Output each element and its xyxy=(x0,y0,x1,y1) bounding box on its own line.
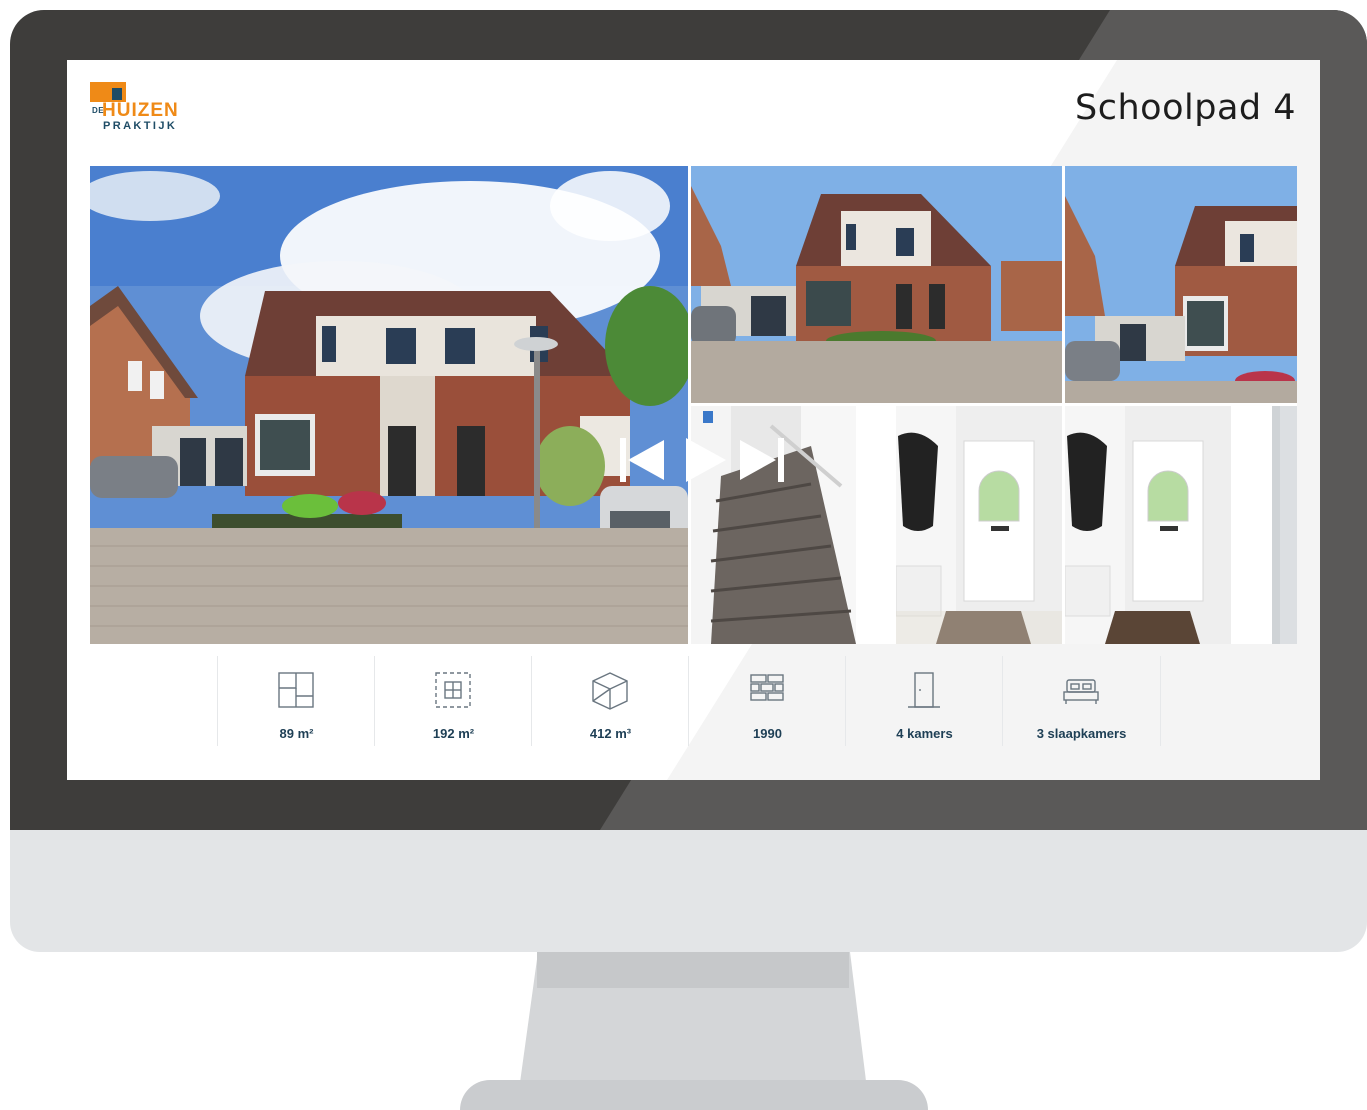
gallery-photo-front-right[interactable] xyxy=(1065,166,1297,403)
stat-build-year: 1990 xyxy=(688,656,846,746)
stat-label: 1990 xyxy=(753,726,782,741)
listing-address: Schoolpad 4 xyxy=(1075,88,1296,128)
floor-plan-icon xyxy=(276,670,316,712)
monitor-stand-shade xyxy=(537,952,849,988)
skip-forward-icon[interactable] xyxy=(738,432,790,488)
logo-huizen-text: HUIZEN xyxy=(102,100,179,121)
screen: DE HUIZEN PRAKTIJK Schoolpad 4 89 m² 192… xyxy=(67,60,1320,780)
stat-living-area: 89 m² xyxy=(217,656,375,746)
stat-bedrooms: 3 slaapkamers xyxy=(1002,656,1161,746)
brand-logo[interactable]: DE HUIZEN PRAKTIJK xyxy=(90,82,210,142)
door-icon xyxy=(904,670,944,712)
property-stats: 89 m² 192 m² 412 m³ 1990 4 kamers 3 slaa… xyxy=(217,656,1163,746)
gallery-photo-hallway[interactable] xyxy=(896,406,1062,644)
bed-icon xyxy=(1061,670,1101,712)
slideshow-controls xyxy=(620,432,790,488)
gallery-photo-hallway-2[interactable] xyxy=(1065,406,1231,644)
play-icon[interactable] xyxy=(684,432,726,488)
stat-label: 89 m² xyxy=(279,726,314,741)
monitor-stand-base xyxy=(460,1080,928,1110)
stat-label: 412 m³ xyxy=(589,726,632,741)
stat-rooms: 4 kamers xyxy=(845,656,1003,746)
stat-label: 3 slaapkamers xyxy=(1036,726,1127,741)
stat-volume: 412 m³ xyxy=(531,656,689,746)
photo-gallery xyxy=(90,166,1297,644)
gallery-photo-front-left[interactable] xyxy=(691,166,1062,403)
monitor-chin xyxy=(10,830,1367,952)
stat-plot-area: 192 m² xyxy=(374,656,532,746)
gallery-photo-main[interactable] xyxy=(90,166,688,644)
logo-praktijk-text: PRAKTIJK xyxy=(103,120,178,132)
logo-window-shape xyxy=(112,88,122,100)
skip-back-icon[interactable] xyxy=(620,432,670,488)
plot-area-icon xyxy=(433,670,473,712)
brick-wall-icon xyxy=(747,670,787,712)
stat-label: 192 m² xyxy=(432,726,475,741)
gallery-photo-partial[interactable] xyxy=(1272,406,1297,644)
volume-cube-icon xyxy=(590,670,630,712)
stat-label: 4 kamers xyxy=(896,726,953,741)
